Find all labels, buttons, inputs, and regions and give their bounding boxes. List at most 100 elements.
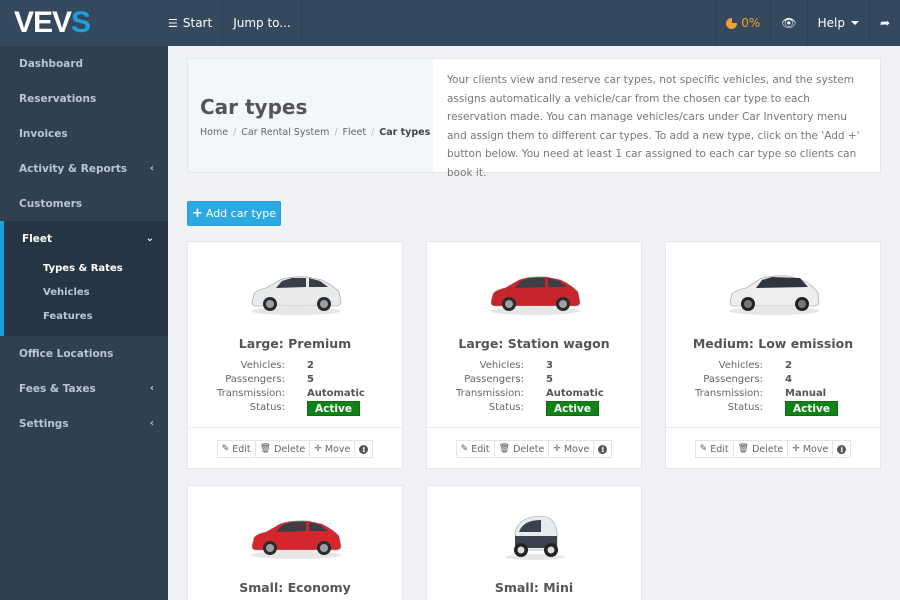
sidebar-item-reservations[interactable]: Reservations — [0, 81, 168, 116]
passengers-row: Passengers: 4 — [666, 373, 880, 387]
passengers-value: 5 — [546, 374, 553, 385]
help-menu[interactable]: Help — [806, 0, 869, 46]
logo-accent: S — [71, 6, 91, 39]
sidebar-item-label: Settings — [19, 417, 69, 430]
info-button[interactable]: i — [355, 441, 373, 457]
card-actions: ✎ Edit 🗑 Delete ✛ Move i — [666, 440, 880, 458]
logo[interactable]: VEV S — [0, 0, 168, 46]
transmission-value: Automatic — [546, 388, 604, 399]
pencil-icon: ✎ — [221, 444, 230, 454]
breadcrumb-car-rental-system[interactable]: Car Rental System — [241, 127, 329, 138]
top-navbar: VEV S ☰ Start Jump to... 0% 👁 Help ➦ — [0, 0, 900, 46]
move-label: Move — [563, 443, 590, 455]
action-button-group: ✎ Edit 🗑 Delete ✛ Move i — [216, 440, 374, 458]
sidebar-subitem-label: Vehicles — [43, 286, 90, 298]
action-button-group: ✎ Edit 🗑 Delete ✛ Move i — [455, 440, 613, 458]
pie-chart-icon — [726, 17, 738, 29]
delete-button[interactable]: 🗑 Delete — [255, 441, 311, 457]
jump-to-button[interactable]: Jump to... — [223, 0, 302, 46]
vehicles-value: 2 — [785, 360, 792, 371]
car-type-properties: Vehicles: 2 Passengers: 5 Transmission: Autom… — [188, 359, 402, 416]
status-row: Status: Active — [188, 401, 402, 416]
sidebar-item-activity-reports[interactable]: Activity & Reports ‹ — [0, 151, 168, 186]
move-button[interactable]: ✛ Move — [788, 441, 834, 457]
sidebar-subitem-types-rates[interactable]: Types & Rates — [4, 256, 168, 280]
sidebar-item-label: Dashboard — [19, 57, 84, 70]
chevron-left-icon: ‹ — [149, 383, 154, 394]
status-label: Status: — [727, 402, 763, 413]
status-label: Status: — [249, 402, 285, 413]
progress-value: 0% — [741, 16, 761, 30]
info-icon: i — [598, 444, 608, 454]
sign-out-icon: ➦ — [879, 16, 890, 30]
passengers-row: Passengers: 5 — [188, 373, 402, 387]
logo-text: VEV — [14, 6, 72, 39]
breadcrumb-fleet[interactable]: Fleet — [343, 127, 367, 138]
preview-button[interactable]: 👁 — [770, 0, 806, 46]
edit-label: Edit — [471, 443, 490, 455]
edit-button[interactable]: ✎ Edit — [217, 441, 256, 457]
logout-button[interactable]: ➦ — [868, 0, 900, 46]
sidebar-item-label: Reservations — [19, 92, 97, 105]
car-type-name: Small: Mini — [494, 580, 574, 595]
vehicles-label: Vehicles: — [240, 360, 285, 371]
car-type-card: Large: Premium Vehicles: 2 Passengers: 5 Tran… — [187, 241, 403, 469]
car-type-name: Medium: Low emission — [692, 336, 854, 351]
passengers-label: Passengers: — [225, 374, 285, 385]
start-button[interactable]: ☰ Start — [168, 0, 224, 46]
status-badge: Active — [546, 401, 599, 416]
car-type-properties: Vehicles: 2 Passengers: 4 Transmission: Manua… — [666, 359, 880, 416]
pencil-icon: ✎ — [699, 444, 708, 454]
status-label: Status: — [488, 402, 524, 413]
edit-button[interactable]: ✎ Edit — [456, 441, 495, 457]
delete-label: Delete — [513, 443, 545, 455]
sidebar-item-customers[interactable]: Customers — [0, 186, 168, 221]
sidebar-item-office-locations[interactable]: Office Locations — [0, 336, 168, 371]
car-type-card: Large: Station wagon Vehicles: 3 Passengers… — [426, 241, 642, 469]
sidebar: Dashboard Reservations Invoices Activity… — [0, 46, 168, 600]
add-car-type-label: Add car type — [205, 207, 277, 220]
car-type-name: Small: Economy — [239, 580, 351, 595]
caret-down-icon — [850, 21, 859, 25]
trash-icon: 🗑 — [737, 444, 750, 454]
info-button[interactable]: i — [594, 441, 612, 457]
status-value: Active — [546, 401, 599, 416]
passengers-label: Passengers: — [464, 374, 524, 385]
sidebar-item-dashboard[interactable]: Dashboard — [0, 46, 168, 81]
setup-progress[interactable]: 0% — [715, 0, 770, 46]
passengers-value: 4 — [785, 374, 792, 385]
sidebar-item-invoices[interactable]: Invoices — [0, 116, 168, 151]
delete-button[interactable]: 🗑 Delete — [494, 441, 550, 457]
car-type-name: Large: Station wagon — [458, 336, 610, 351]
sidebar-item-fees-taxes[interactable]: Fees & Taxes ‹ — [0, 371, 168, 406]
status-row: Status: Active — [427, 401, 641, 416]
edit-button[interactable]: ✎ Edit — [695, 441, 734, 457]
add-car-type-button[interactable]: + Add car type — [187, 201, 281, 226]
move-button[interactable]: ✛ Move — [549, 441, 595, 457]
sidebar-item-label: Office Locations — [19, 347, 114, 360]
card-divider — [188, 427, 402, 428]
sidebar-item-settings[interactable]: Settings ‹ — [0, 406, 168, 441]
info-icon: i — [837, 444, 847, 454]
move-button[interactable]: ✛ Move — [310, 441, 356, 457]
chevron-left-icon: ‹ — [149, 418, 154, 429]
sidebar-subitem-vehicles[interactable]: Vehicles — [4, 280, 168, 304]
sidebar-subitem-label: Features — [43, 310, 93, 322]
transmission-row: Transmission: Manual — [666, 387, 880, 401]
info-button[interactable]: i — [833, 441, 851, 457]
breadcrumb-home[interactable]: Home — [200, 127, 228, 138]
sidebar-item-fleet[interactable]: Fleet ⌄ — [4, 221, 168, 256]
vehicles-value: 2 — [307, 360, 314, 371]
help-label: Help — [817, 16, 845, 30]
passengers-label: Passengers: — [703, 374, 763, 385]
transmission-value: Manual — [785, 388, 827, 399]
vehicles-row: Vehicles: 2 — [666, 359, 880, 373]
jump-to-label: Jump to... — [233, 16, 291, 30]
car-type-properties: Vehicles: 3 Passengers: 5 Transmission: Autom… — [427, 359, 641, 416]
sidebar-subitem-features[interactable]: Features — [4, 304, 168, 328]
passengers-value: 5 — [307, 374, 314, 385]
trash-icon: 🗑 — [498, 444, 511, 454]
delete-button[interactable]: 🗑 Delete — [733, 441, 789, 457]
chevron-down-icon: ⌄ — [145, 233, 154, 244]
status-value: Active — [307, 401, 360, 416]
